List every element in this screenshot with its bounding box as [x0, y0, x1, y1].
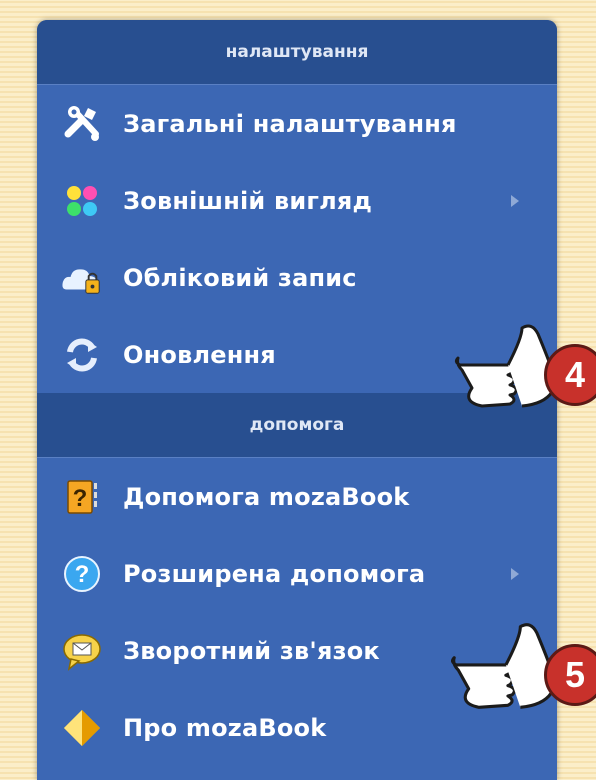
feedback-mail-icon: [61, 630, 103, 672]
menu-item-appearance[interactable]: Зовнішній вигляд: [37, 162, 557, 239]
menu-item-label: Зовнішній вигляд: [123, 186, 373, 215]
refresh-icon: [61, 334, 103, 376]
menu-item-label: Зворотний зв'язок: [123, 636, 380, 665]
svg-text:?: ?: [73, 485, 88, 512]
cloud-lock-icon: [61, 257, 103, 299]
menu-item-label: Допомога mozaBook: [123, 482, 410, 511]
help-book-icon: ?: [61, 476, 103, 518]
menu-item-general-settings[interactable]: Загальні налаштування: [37, 85, 557, 162]
help-circle-icon: ?: [61, 553, 103, 595]
callout-4: 4: [452, 318, 596, 414]
menu-item-mozabook-help[interactable]: ? Допомога mozaBook: [37, 458, 557, 535]
menu-item-label: Оновлення: [123, 340, 276, 369]
submenu-arrow-icon: [511, 194, 519, 207]
svg-text:?: ?: [75, 561, 90, 588]
menu-item-extended-help[interactable]: ? Розширена допомога: [37, 535, 557, 612]
menu-item-label: Розширена допомога: [123, 559, 426, 588]
menu-item-label: Обліковий запис: [123, 263, 357, 292]
callout-5: 5: [448, 616, 596, 716]
diamond-logo-icon: [61, 707, 103, 749]
settings-section-header: налаштування: [37, 20, 557, 85]
tools-icon: [61, 103, 103, 145]
submenu-arrow-icon: [511, 567, 519, 580]
color-dots-icon: [61, 180, 103, 222]
menu-item-label: Про mozaBook: [123, 713, 327, 742]
menu-item-account[interactable]: Обліковий запис: [37, 239, 557, 316]
menu-item-label: Загальні налаштування: [123, 109, 457, 138]
